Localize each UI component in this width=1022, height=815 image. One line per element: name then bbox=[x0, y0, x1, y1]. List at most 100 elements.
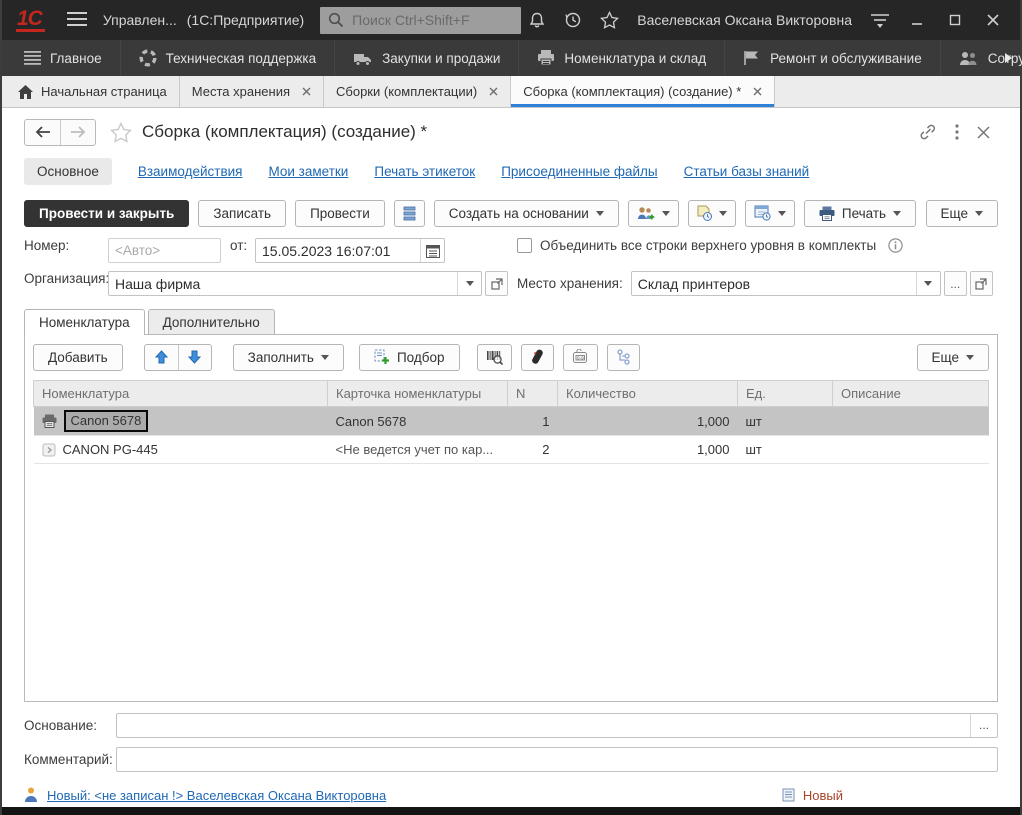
navlink-label-printing[interactable]: Печать этикеток bbox=[374, 164, 475, 179]
table-row[interactable]: CANON PG-445 <Не ведется учет по кар... … bbox=[33, 435, 989, 464]
close-tab-icon[interactable] bbox=[302, 87, 311, 96]
navlink-main[interactable]: Основное bbox=[24, 157, 112, 185]
section-purchases-sales[interactable]: Закупки и продажи bbox=[335, 40, 520, 76]
section-nomenclature-warehouse[interactable]: Номенклатура и склад bbox=[519, 40, 726, 76]
storage-place-input[interactable] bbox=[631, 275, 916, 292]
service-menu-icon[interactable] bbox=[864, 5, 896, 35]
forward-button[interactable] bbox=[60, 119, 95, 145]
tab-nomenclature[interactable]: Номенклатура bbox=[24, 309, 145, 335]
favorites-star-icon[interactable] bbox=[593, 5, 625, 35]
section-label: Номенклатура и склад bbox=[564, 50, 707, 66]
col-n[interactable]: N bbox=[507, 380, 558, 407]
col-description[interactable]: Описание bbox=[832, 380, 989, 407]
tab-assemblies-list[interactable]: Сборки (комплектации) bbox=[324, 76, 512, 107]
cell-unit[interactable]: шт bbox=[737, 406, 833, 436]
merge-rows-checkbox[interactable] bbox=[517, 238, 532, 253]
items-more-button[interactable]: Еще bbox=[916, 343, 989, 371]
cell-quantity[interactable]: 1,000 bbox=[557, 435, 738, 464]
posting-report-button[interactable] bbox=[393, 199, 425, 227]
cell-quantity[interactable]: 1,000 bbox=[557, 406, 738, 436]
assign-performer-button[interactable] bbox=[627, 199, 679, 227]
cell-card[interactable]: Canon 5678 bbox=[327, 406, 508, 436]
tab-storage-places[interactable]: Места хранения bbox=[180, 76, 325, 107]
tab-home[interactable]: Начальная страница bbox=[2, 76, 180, 107]
close-tab-icon[interactable] bbox=[753, 87, 762, 96]
col-quantity[interactable]: Количество bbox=[557, 380, 738, 407]
cell-n[interactable]: 2 bbox=[507, 435, 558, 464]
pick-button[interactable]: Подбор bbox=[358, 343, 460, 371]
minimize-icon[interactable] bbox=[900, 5, 934, 35]
basis-label: Основание: bbox=[24, 717, 97, 733]
table-row[interactable]: Canon 5678 Canon 5678 1 1,000 шт bbox=[33, 406, 989, 436]
notifications-bell-icon[interactable] bbox=[521, 5, 553, 35]
close-tab-icon[interactable] bbox=[489, 87, 498, 96]
back-button[interactable] bbox=[25, 120, 60, 145]
create-based-on-button[interactable]: Создать на основании bbox=[433, 199, 619, 227]
move-down-icon[interactable] bbox=[177, 344, 211, 370]
navlink-attached-files[interactable]: Присоединенные файлы bbox=[501, 164, 657, 179]
navlink-kb-articles[interactable]: Статьи базы знаний bbox=[684, 164, 810, 179]
basis-input[interactable] bbox=[117, 717, 970, 733]
calendar-icon[interactable] bbox=[420, 239, 444, 262]
print-button[interactable]: Печать bbox=[803, 199, 917, 227]
cell-unit[interactable]: шт bbox=[737, 435, 833, 464]
tab-additional[interactable]: Дополнительно bbox=[147, 309, 275, 335]
search-input[interactable] bbox=[350, 11, 514, 29]
post-and-close-button[interactable]: Провести и закрыть bbox=[24, 199, 190, 227]
link-icon[interactable] bbox=[918, 123, 937, 141]
storage-dropdown-icon[interactable] bbox=[915, 272, 940, 295]
cell-card[interactable]: <Не ведется учет по кар... bbox=[327, 435, 508, 464]
col-nomenclature[interactable]: Номенклатура bbox=[33, 380, 328, 407]
barcode-search-icon[interactable] bbox=[476, 343, 512, 371]
document-status-link[interactable]: Новый: <не записан !> Васелевская Оксана… bbox=[47, 788, 386, 803]
hierarchy-icon[interactable] bbox=[606, 343, 640, 371]
main-menu-icon[interactable] bbox=[66, 11, 87, 29]
section-main[interactable]: Главное bbox=[2, 40, 121, 76]
navlink-my-notes[interactable]: Мои заметки bbox=[268, 164, 348, 179]
section-repair-service[interactable]: Ремонт и обслуживание bbox=[725, 40, 941, 76]
ribbon-overflow-arrow[interactable] bbox=[1005, 53, 1012, 63]
move-up-icon[interactable] bbox=[145, 345, 178, 370]
number-input[interactable] bbox=[109, 243, 220, 258]
storage-open-icon[interactable] bbox=[969, 271, 993, 296]
more-menu-icon[interactable] bbox=[955, 124, 959, 140]
close-form-icon[interactable] bbox=[977, 125, 990, 139]
cell-description[interactable] bbox=[832, 435, 989, 464]
fill-button[interactable]: Заполнить bbox=[232, 343, 344, 371]
navlink-interactions[interactable]: Взаимодействия bbox=[138, 164, 243, 179]
comment-label: Комментарий: bbox=[24, 751, 113, 767]
current-user-name[interactable]: Васелевская Оксана Викторовна bbox=[637, 12, 852, 28]
document-state-text: Новый bbox=[802, 787, 843, 803]
date-input[interactable] bbox=[256, 242, 420, 259]
organization-open-icon[interactable] bbox=[485, 271, 508, 296]
section-tech-support[interactable]: Техническая поддержка bbox=[121, 40, 336, 76]
scanner-icon[interactable] bbox=[520, 343, 554, 371]
add-row-button[interactable]: Добавить bbox=[33, 343, 123, 371]
expand-row-icon[interactable] bbox=[42, 443, 56, 457]
maximize-icon[interactable] bbox=[938, 5, 972, 35]
info-icon[interactable] bbox=[888, 238, 903, 253]
basis-choice-button[interactable]: ... bbox=[970, 713, 997, 737]
cell-nomenclature[interactable]: CANON PG-445 bbox=[63, 442, 158, 457]
save-button[interactable]: Записать bbox=[198, 199, 287, 227]
close-window-icon[interactable] bbox=[976, 5, 1010, 35]
reminder-button[interactable] bbox=[687, 199, 736, 227]
organization-input[interactable] bbox=[109, 275, 457, 292]
cell-nomenclature[interactable]: Canon 5678 bbox=[63, 410, 149, 432]
history-clock-icon[interactable] bbox=[557, 5, 589, 35]
post-button[interactable]: Провести bbox=[295, 199, 385, 227]
organization-dropdown-icon[interactable] bbox=[457, 272, 481, 295]
button-label: Еще bbox=[931, 349, 959, 365]
favorite-star-icon[interactable] bbox=[110, 121, 132, 143]
more-button[interactable]: Еще bbox=[925, 199, 998, 227]
storage-list-choice-button[interactable]: ... bbox=[943, 271, 967, 296]
col-card[interactable]: Карточка номенклатуры bbox=[327, 380, 508, 407]
enter-quantity-icon[interactable]: 0-9 bbox=[562, 343, 598, 371]
comment-input[interactable] bbox=[117, 751, 997, 767]
cell-n[interactable]: 1 bbox=[507, 406, 558, 436]
tab-assembly-new[interactable]: Сборка (комплектация) (создание) * bbox=[511, 76, 776, 107]
global-search[interactable] bbox=[320, 6, 522, 34]
cell-description[interactable] bbox=[832, 406, 989, 436]
col-unit[interactable]: Ед. bbox=[737, 380, 833, 407]
schedule-button[interactable] bbox=[744, 199, 795, 227]
